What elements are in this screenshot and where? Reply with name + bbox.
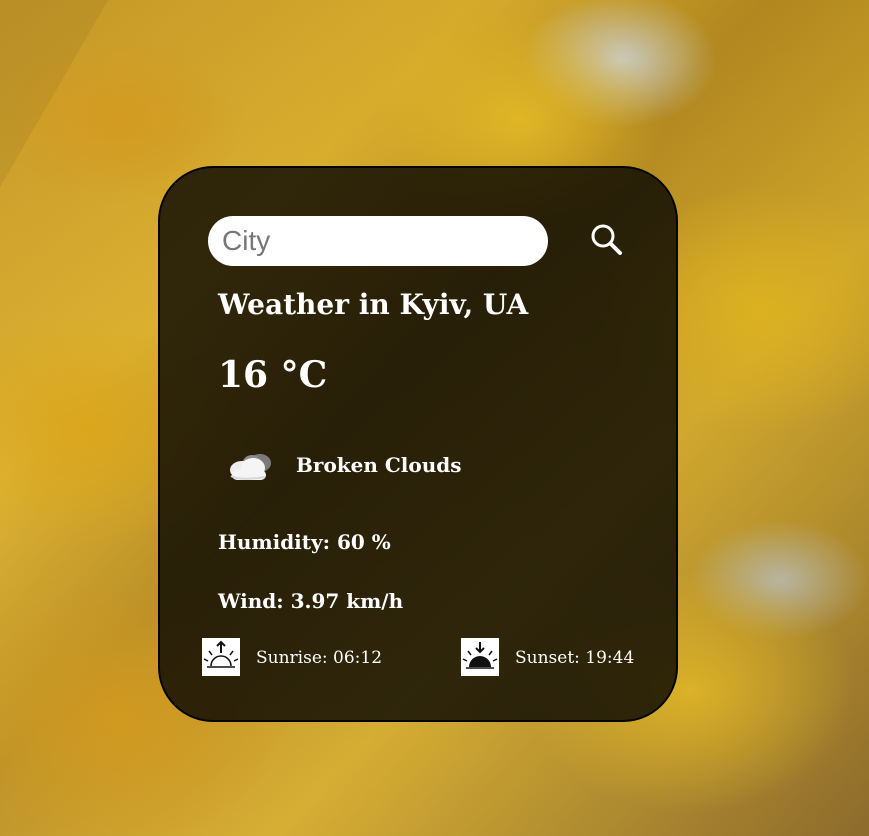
temperature-value: 16 °C	[218, 354, 328, 396]
humidity-value: Humidity: 60 %	[218, 530, 391, 554]
weather-card: Weather in Kyiv, UA 16 °C Broken Clouds …	[158, 166, 678, 722]
sunset-icon	[461, 638, 499, 676]
weather-location-title: Weather in Kyiv, UA	[218, 288, 529, 321]
sunrise-icon	[202, 638, 240, 676]
sunset-info: Sunset: 19:44	[461, 638, 651, 678]
sun-times: Sunrise: 06:12 Sunset: 19:44	[202, 638, 634, 678]
wind-value: Wind: 3.97 km/h	[218, 589, 404, 613]
sunrise-info: Sunrise: 06:12	[202, 638, 392, 678]
sunrise-label: Sunrise: 06:12	[256, 648, 383, 668]
broken-clouds-icon	[230, 454, 271, 480]
condition-label: Broken Clouds	[296, 453, 462, 477]
search-icon	[591, 224, 622, 255]
sunset-label: Sunset: 19:44	[515, 648, 635, 668]
city-search-input[interactable]	[208, 216, 548, 266]
search-bar	[208, 216, 648, 266]
search-button[interactable]	[586, 220, 626, 260]
weather-condition: Broken Clouds	[222, 445, 502, 485]
